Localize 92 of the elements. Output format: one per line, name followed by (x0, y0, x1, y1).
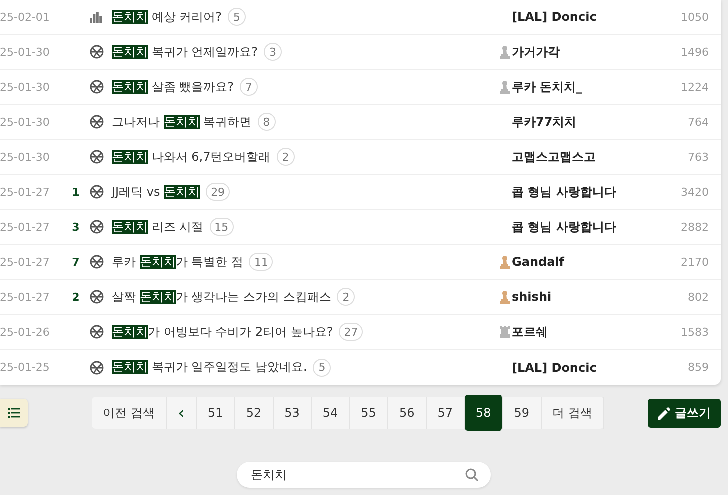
search-field[interactable]: 돈치치 (237, 462, 491, 488)
post-date: 25-01-26 (0, 326, 51, 338)
post-title[interactable]: 돈치치 복귀가 언제일까요? (112, 44, 258, 60)
basketball-icon (90, 80, 104, 94)
view-count: 2170 (680, 256, 710, 268)
view-count: 859 (687, 361, 710, 374)
tower-badge-icon (500, 326, 510, 338)
post-date: 25-01-27 (0, 186, 51, 198)
pawn-badge-icon (500, 256, 510, 268)
comment-count: 7 (240, 78, 258, 96)
bar-chart-icon (90, 12, 102, 22)
basketball-icon (90, 220, 104, 234)
previous-search-button[interactable]: 이전 검색 (92, 397, 167, 429)
basketball-icon (90, 115, 104, 129)
author-name[interactable]: 고맵스고맵스고 (512, 148, 596, 166)
post-date: 25-01-30 (0, 80, 51, 94)
comment-count: 11 (249, 253, 274, 271)
rank-number: 2 (72, 290, 80, 304)
post-date: 25-01-30 (0, 46, 51, 58)
view-count: 1224 (680, 80, 710, 94)
page-button[interactable]: 55 (350, 397, 388, 429)
view-count: 3420 (680, 186, 710, 198)
post-date: 25-01-27 (0, 220, 51, 234)
author-name[interactable]: 가거가각 (512, 44, 560, 60)
post-title[interactable]: 살짝 돈치치가 생각나는 스가의 스킵패스 (112, 288, 332, 306)
comment-count: 3 (264, 43, 282, 61)
view-count: 802 (687, 290, 710, 304)
comment-count: 8 (258, 113, 276, 131)
view-count: 1496 (680, 46, 710, 58)
basketball-icon (90, 185, 104, 199)
post-title[interactable]: JJ레딕 vs 돈치치 (112, 184, 200, 200)
author-name[interactable]: 루카77치치 (512, 114, 577, 130)
view-count: 2882 (680, 220, 710, 234)
next-search-button[interactable]: 더 검색 (542, 397, 604, 429)
rank-number: 1 (72, 186, 80, 198)
view-count: 763 (687, 150, 710, 164)
pawn-badge-icon (500, 46, 510, 58)
post-date: 25-02-01 (0, 10, 51, 24)
post-date: 25-01-25 (0, 361, 51, 374)
post-title[interactable]: 그나저나 돈치치 복귀하면 (112, 114, 252, 130)
author-name[interactable]: 콥 형님 사랑합니다 (512, 218, 616, 236)
author-name[interactable]: 콥 형님 사랑합니다 (512, 184, 616, 200)
comment-count: 5 (228, 8, 246, 26)
page-button[interactable]: 59 (503, 397, 542, 429)
rank-number: 3 (72, 220, 80, 234)
page-button[interactable]: 53 (274, 397, 312, 429)
post-title[interactable]: 돈치치 예상 커리어? (112, 8, 222, 26)
write-button[interactable]: 글쓰기 (648, 398, 721, 428)
search-icon (465, 468, 479, 482)
basketball-icon (90, 325, 104, 339)
comment-count: 27 (339, 323, 364, 341)
post-date: 25-01-30 (0, 150, 51, 164)
basketball-icon (90, 290, 104, 304)
pencil-icon (658, 406, 671, 420)
basketball-icon (90, 360, 104, 374)
post-title[interactable]: 돈치치 살좀 뺐을까요? (112, 78, 234, 96)
post-date: 25-01-27 (0, 290, 51, 304)
comment-count: 15 (210, 218, 234, 236)
list-icon (8, 408, 20, 418)
page-button[interactable]: 58 (465, 395, 504, 431)
author-name[interactable]: Gandalf (512, 255, 565, 269)
page-button[interactable]: 52 (235, 397, 274, 429)
post-date: 25-01-30 (0, 116, 51, 128)
page-button[interactable]: 56 (388, 397, 427, 429)
pawn-badge-icon (500, 80, 510, 94)
comment-count: 2 (337, 288, 356, 306)
author-name[interactable]: [LAL] Doncic (512, 360, 597, 374)
post-date: 25-01-27 (0, 256, 51, 268)
basketball-icon (90, 45, 104, 59)
view-count: 764 (687, 116, 710, 128)
rank-number: 7 (72, 256, 80, 268)
author-name[interactable]: [LAL] Doncic (512, 10, 597, 24)
author-name[interactable]: shishi (512, 290, 552, 304)
basketball-icon (90, 150, 104, 164)
author-name[interactable]: 포르쉐 (512, 324, 548, 340)
previous-page-button[interactable]: ‹ (166, 397, 198, 429)
basketball-icon (90, 255, 104, 269)
post-title[interactable]: 돈치치 나와서 6,7턴오버할래 (112, 148, 271, 166)
comment-count: 5 (313, 358, 332, 376)
post-title[interactable]: 루카 돈치치가 특별한 점 (112, 254, 244, 270)
comment-count: 2 (276, 148, 295, 166)
page-button[interactable]: 51 (197, 397, 236, 429)
comment-count: 29 (206, 183, 230, 201)
post-title[interactable]: 돈치치가 어빙보다 수비가 2티어 높나요? (112, 324, 334, 340)
pawn-badge-icon (500, 290, 510, 304)
post-title[interactable]: 돈치치 복귀가 일주일정도 남았네요. (112, 359, 308, 376)
author-name[interactable]: 루카 돈치치_ (512, 78, 582, 96)
view-count: 1583 (680, 326, 710, 338)
view-count: 1050 (680, 10, 710, 24)
list-button[interactable] (0, 399, 28, 427)
page-button[interactable]: 54 (312, 397, 350, 429)
post-title[interactable]: 돈치치 리즈 시절 (112, 218, 204, 236)
